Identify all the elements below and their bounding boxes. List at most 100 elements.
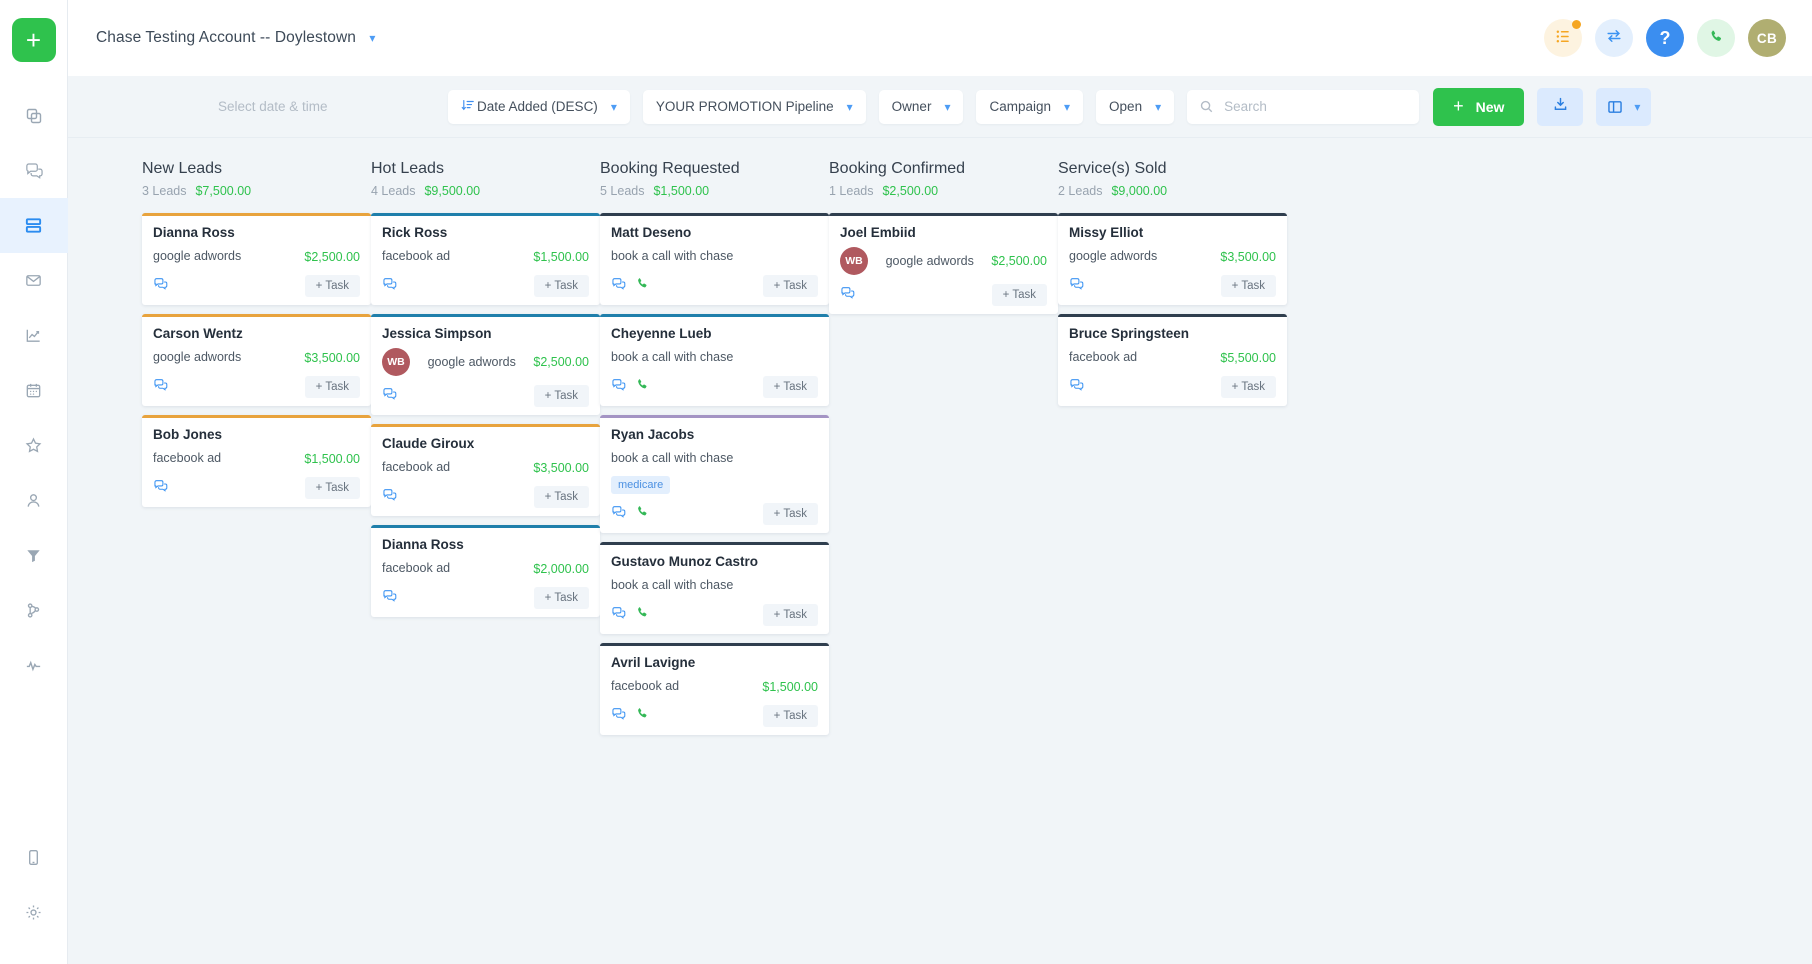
lead-card[interactable]: Cheyenne Luebbook a call with chase+ Tas… [600, 314, 829, 406]
sidebar-item-settings[interactable] [0, 885, 68, 940]
phone-icon[interactable] [635, 605, 650, 625]
lead-name: Bruce Springsteen [1069, 326, 1276, 341]
lead-card-footer: + Task [840, 284, 1047, 306]
sidebar-item-calendar[interactable] [0, 363, 68, 418]
add-task-button[interactable]: + Task [534, 275, 589, 297]
lead-card[interactable]: Claude Girouxfacebook ad$3,500.00+ Task [371, 424, 600, 516]
add-button[interactable]: + [12, 18, 56, 62]
status-dropdown[interactable]: Open ▾ [1096, 90, 1174, 124]
lead-name: Missy Elliot [1069, 225, 1276, 240]
swap-button[interactable] [1595, 19, 1633, 57]
lead-card[interactable]: Rick Rossfacebook ad$1,500.00+ Task [371, 213, 600, 305]
add-task-button[interactable]: + Task [305, 376, 360, 398]
lead-card[interactable]: Dianna Rossfacebook ad$2,000.00+ Task [371, 525, 600, 617]
chat-icon[interactable] [1069, 276, 1084, 296]
add-task-button[interactable]: + Task [534, 385, 589, 407]
lead-card[interactable]: Joel EmbiidWBgoogle adwords$2,500.00+ Ta… [829, 213, 1058, 314]
sidebar-item-board[interactable] [0, 198, 68, 253]
add-task-button[interactable]: + Task [1221, 376, 1276, 398]
phone-icon[interactable] [635, 377, 650, 397]
sidebar-item-workflow[interactable] [0, 583, 68, 638]
sidebar-item-person[interactable] [0, 473, 68, 528]
chat-icon[interactable] [382, 386, 397, 406]
add-task-button[interactable]: + Task [992, 284, 1047, 306]
add-task-button[interactable]: + Task [763, 275, 818, 297]
owner-dropdown[interactable]: Owner ▾ [879, 90, 964, 124]
chat-icon[interactable] [1069, 377, 1084, 397]
chat-icon[interactable] [382, 276, 397, 296]
sort-dropdown[interactable]: Date Added (DESC) ▾ [448, 90, 630, 124]
column-title: Booking Requested [600, 160, 829, 178]
lead-amount: $5,500.00 [1220, 351, 1276, 365]
chat-icon[interactable] [611, 276, 626, 296]
lead-card[interactable]: Matt Desenobook a call with chase+ Task [600, 213, 829, 305]
tasks-button[interactable] [1544, 19, 1582, 57]
chat-icon[interactable] [840, 285, 855, 305]
new-button[interactable]: + New [1433, 88, 1524, 126]
add-task-button[interactable]: + Task [534, 587, 589, 609]
phone-icon[interactable] [635, 706, 650, 726]
lead-action-icons [611, 706, 650, 726]
lead-card[interactable]: Carson Wentzgoogle adwords$3,500.00+ Tas… [142, 314, 371, 406]
campaign-dropdown[interactable]: Campaign ▾ [976, 90, 1083, 124]
lead-action-icons [611, 605, 650, 625]
lead-card[interactable]: Dianna Rossgoogle adwords$2,500.00+ Task [142, 213, 371, 305]
add-task-button[interactable]: + Task [763, 503, 818, 525]
lead-card[interactable]: Ryan Jacobsbook a call with chasemedicar… [600, 415, 829, 533]
sidebar-item-analytics[interactable] [0, 308, 68, 363]
lead-source: facebook ad [382, 248, 450, 265]
add-task-button[interactable]: + Task [763, 604, 818, 626]
tasks-icon [1555, 28, 1572, 49]
chat-icon[interactable] [611, 605, 626, 625]
lead-card[interactable]: Avril Lavignefacebook ad$1,500.00+ Task [600, 643, 829, 735]
chat-icon[interactable] [382, 487, 397, 507]
lead-card-footer: + Task [611, 705, 818, 727]
add-task-button[interactable]: + Task [305, 275, 360, 297]
date-range-input[interactable]: Select date & time [218, 99, 448, 114]
chat-icon[interactable] [153, 276, 168, 296]
phone-icon[interactable] [635, 504, 650, 524]
chat-icon[interactable] [611, 377, 626, 397]
lead-card[interactable]: Missy Elliotgoogle adwords$3,500.00+ Tas… [1058, 213, 1287, 305]
sidebar-item-filter[interactable] [0, 528, 68, 583]
sidebar-item-mail[interactable] [0, 253, 68, 308]
search-input[interactable] [1224, 99, 1407, 114]
add-task-button[interactable]: + Task [1221, 275, 1276, 297]
export-button[interactable] [1537, 88, 1583, 126]
search-container[interactable] [1187, 90, 1419, 124]
account-title: Chase Testing Account -- Doylestown [96, 29, 356, 46]
chat-icon[interactable] [382, 588, 397, 608]
chevron-down-icon: ▾ [847, 100, 853, 114]
chat-icon[interactable] [611, 706, 626, 726]
account-selector[interactable]: Chase Testing Account -- Doylestown ▾ [96, 29, 376, 47]
view-switcher[interactable]: ▾ [1596, 88, 1651, 126]
lead-action-icons [611, 377, 650, 397]
sidebar-item-copy[interactable] [0, 88, 68, 143]
call-button[interactable] [1697, 19, 1735, 57]
add-task-button[interactable]: + Task [763, 705, 818, 727]
sidebar-item-pulse[interactable] [0, 638, 68, 693]
lead-card[interactable]: Bruce Springsteenfacebook ad$5,500.00+ T… [1058, 314, 1287, 406]
chat-icon[interactable] [611, 504, 626, 524]
phone-icon[interactable] [635, 276, 650, 296]
pipeline-dropdown[interactable]: YOUR PROMOTION Pipeline ▾ [643, 90, 866, 124]
lead-card[interactable]: Gustavo Munoz Castrobook a call with cha… [600, 542, 829, 634]
add-task-button[interactable]: + Task [534, 486, 589, 508]
lead-tag[interactable]: medicare [611, 476, 670, 494]
column-stats: 3 Leads$7,500.00 [142, 184, 371, 198]
sidebar-item-mobile[interactable] [0, 830, 68, 885]
add-task-button[interactable]: + Task [763, 376, 818, 398]
column-lead-count: 1 Leads [829, 184, 873, 198]
avatar[interactable]: CB [1748, 19, 1786, 57]
filter-toolbar: Select date & time Date Added (DESC) ▾ Y… [68, 76, 1812, 138]
lead-card[interactable]: Bob Jonesfacebook ad$1,500.00+ Task [142, 415, 371, 507]
sidebar-item-star[interactable] [0, 418, 68, 473]
lead-card[interactable]: Jessica SimpsonWBgoogle adwords$2,500.00… [371, 314, 600, 415]
lead-card-footer: + Task [153, 477, 360, 499]
help-button[interactable]: ? [1646, 19, 1684, 57]
column-stats: 5 Leads$1,500.00 [600, 184, 829, 198]
chat-icon[interactable] [153, 377, 168, 397]
sidebar-item-chat[interactable] [0, 143, 68, 198]
add-task-button[interactable]: + Task [305, 477, 360, 499]
chat-icon[interactable] [153, 478, 168, 498]
